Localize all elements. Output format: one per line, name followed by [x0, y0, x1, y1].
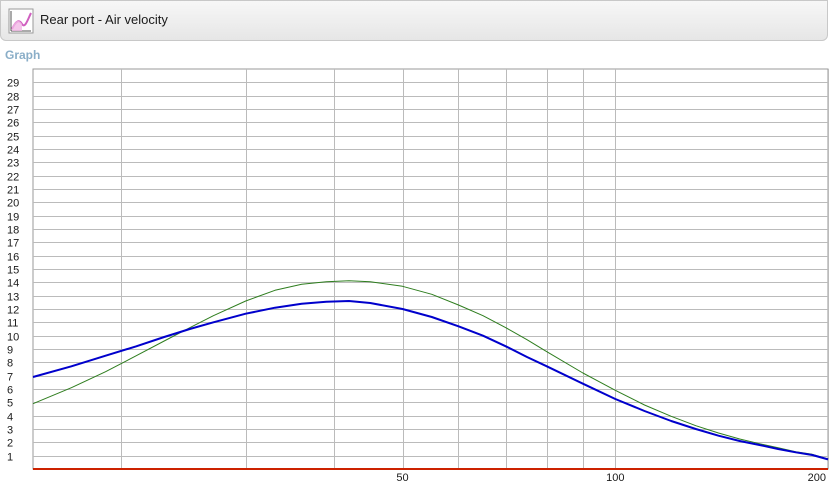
x-tick-label: 50 — [396, 472, 408, 484]
x-tick-label: 100 — [606, 472, 624, 484]
y-tick-label: 10 — [7, 332, 19, 344]
air-velocity-chart: 1234567891011121314151617181920212223242… — [7, 68, 829, 484]
y-tick-label: 25 — [7, 132, 19, 144]
y-tick-label: 22 — [7, 172, 19, 184]
y-tick-label: 29 — [7, 78, 19, 90]
y-tick-label: 5 — [7, 398, 13, 410]
y-tick-label: 17 — [7, 238, 19, 250]
y-tick-label: 11 — [7, 318, 18, 330]
y-tick-label: 8 — [7, 358, 13, 370]
y-tick-label: 9 — [7, 345, 13, 357]
y-tick-label: 27 — [7, 105, 19, 117]
y-tick-label: 6 — [7, 385, 13, 397]
y-tick-label: 20 — [7, 198, 19, 210]
y-tick-label: 15 — [7, 265, 19, 277]
y-tick-label: 28 — [7, 92, 19, 104]
y-tick-label: 23 — [7, 158, 19, 170]
x-tick-label: 200 — [808, 472, 826, 484]
y-tick-label: 2 — [7, 438, 13, 450]
y-tick-label: 12 — [7, 305, 19, 317]
y-tick-label: 18 — [7, 225, 19, 237]
y-tick-label: 4 — [7, 412, 13, 424]
y-tick-label: 3 — [7, 425, 13, 437]
y-tick-label: 13 — [7, 292, 19, 304]
y-tick-label: 26 — [7, 118, 19, 130]
y-tick-label: 24 — [7, 145, 19, 157]
y-tick-label: 21 — [7, 185, 19, 197]
y-tick-label: 1 — [7, 452, 13, 464]
y-tick-label: 14 — [7, 278, 19, 290]
y-tick-label: 16 — [7, 252, 19, 264]
app-window: Rear port - Air velocity Graph 123456789… — [0, 0, 832, 494]
y-tick-label: 7 — [7, 372, 13, 384]
y-tick-label: 19 — [7, 212, 19, 224]
